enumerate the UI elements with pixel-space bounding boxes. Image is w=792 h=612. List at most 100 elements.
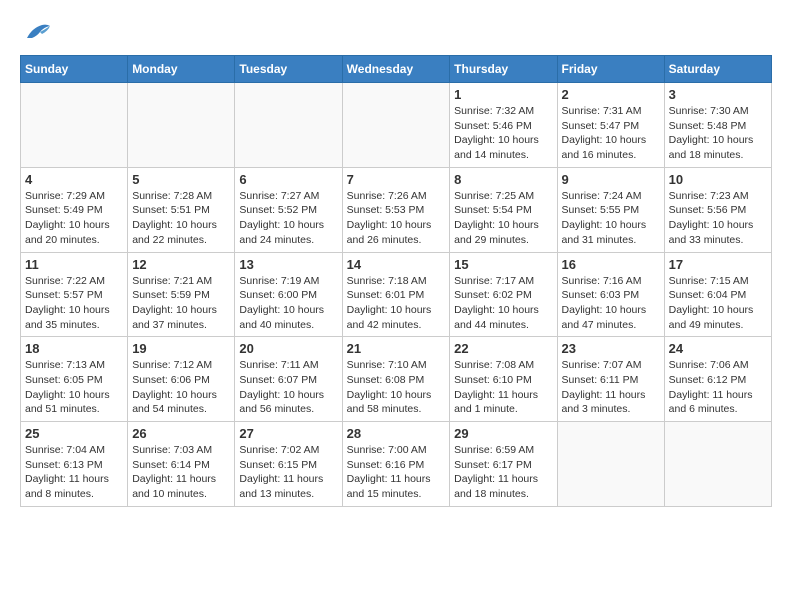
day-number: 17 — [669, 257, 767, 272]
day-number: 28 — [347, 426, 446, 441]
calendar-cell: 28 Sunrise: 7:00 AM Sunset: 6:16 PM Dayli… — [342, 422, 450, 507]
col-header-tuesday: Tuesday — [235, 56, 342, 83]
logo-bird-icon — [22, 20, 52, 45]
day-number: 6 — [239, 172, 337, 187]
day-number: 10 — [669, 172, 767, 187]
calendar-header-row: SundayMondayTuesdayWednesdayThursdayFrid… — [21, 56, 772, 83]
col-header-monday: Monday — [128, 56, 235, 83]
col-header-saturday: Saturday — [664, 56, 771, 83]
day-number: 16 — [562, 257, 660, 272]
calendar-cell: 29 Sunrise: 6:59 AM Sunset: 6:17 PM Dayli… — [450, 422, 557, 507]
day-number: 11 — [25, 257, 123, 272]
day-info: Sunrise: 7:19 AM Sunset: 6:00 PM Dayligh… — [239, 274, 337, 333]
day-number: 18 — [25, 341, 123, 356]
day-info: Sunrise: 7:07 AM Sunset: 6:11 PM Dayligh… — [562, 358, 660, 417]
day-number: 24 — [669, 341, 767, 356]
calendar-cell — [342, 83, 450, 168]
day-info: Sunrise: 7:12 AM Sunset: 6:06 PM Dayligh… — [132, 358, 230, 417]
day-number: 15 — [454, 257, 552, 272]
calendar-cell: 18 Sunrise: 7:13 AM Sunset: 6:05 PM Dayli… — [21, 337, 128, 422]
calendar-cell: 23 Sunrise: 7:07 AM Sunset: 6:11 PM Dayli… — [557, 337, 664, 422]
calendar-cell — [664, 422, 771, 507]
logo — [20, 20, 52, 45]
calendar-cell: 17 Sunrise: 7:15 AM Sunset: 6:04 PM Dayli… — [664, 252, 771, 337]
day-number: 21 — [347, 341, 446, 356]
calendar-cell: 25 Sunrise: 7:04 AM Sunset: 6:13 PM Dayli… — [21, 422, 128, 507]
day-number: 2 — [562, 87, 660, 102]
calendar-cell: 27 Sunrise: 7:02 AM Sunset: 6:15 PM Dayli… — [235, 422, 342, 507]
day-info: Sunrise: 7:28 AM Sunset: 5:51 PM Dayligh… — [132, 189, 230, 248]
calendar-cell: 9 Sunrise: 7:24 AM Sunset: 5:55 PM Daylig… — [557, 167, 664, 252]
day-number: 22 — [454, 341, 552, 356]
calendar-cell: 19 Sunrise: 7:12 AM Sunset: 6:06 PM Dayli… — [128, 337, 235, 422]
calendar-cell: 26Sunrise: 7:03 AM Sunset: 6:14 PM Dayli… — [128, 422, 235, 507]
col-header-wednesday: Wednesday — [342, 56, 450, 83]
col-header-thursday: Thursday — [450, 56, 557, 83]
calendar-cell: 8 Sunrise: 7:25 AM Sunset: 5:54 PM Daylig… — [450, 167, 557, 252]
day-info: Sunrise: 7:13 AM Sunset: 6:05 PM Dayligh… — [25, 358, 123, 417]
day-number: 1 — [454, 87, 552, 102]
day-info: Sunrise: 7:18 AM Sunset: 6:01 PM Dayligh… — [347, 274, 446, 333]
day-number: 19 — [132, 341, 230, 356]
calendar-cell: 16 Sunrise: 7:16 AM Sunset: 6:03 PM Dayli… — [557, 252, 664, 337]
day-number: 7 — [347, 172, 446, 187]
day-info: Sunrise: 7:29 AM Sunset: 5:49 PM Dayligh… — [25, 189, 123, 248]
calendar-cell: 13Sunrise: 7:19 AM Sunset: 6:00 PM Dayli… — [235, 252, 342, 337]
day-number: 27 — [239, 426, 337, 441]
day-info: Sunrise: 7:30 AM Sunset: 5:48 PM Dayligh… — [669, 104, 767, 163]
day-info: Sunrise: 7:25 AM Sunset: 5:54 PM Dayligh… — [454, 189, 552, 248]
day-number: 25 — [25, 426, 123, 441]
day-info: Sunrise: 7:21 AM Sunset: 5:59 PM Dayligh… — [132, 274, 230, 333]
day-info: Sunrise: 7:06 AM Sunset: 6:12 PM Dayligh… — [669, 358, 767, 417]
day-number: 5 — [132, 172, 230, 187]
calendar-cell — [128, 83, 235, 168]
calendar-cell: 5 Sunrise: 7:28 AM Sunset: 5:51 PM Daylig… — [128, 167, 235, 252]
day-info: Sunrise: 7:15 AM Sunset: 6:04 PM Dayligh… — [669, 274, 767, 333]
calendar-cell: 21Sunrise: 7:10 AM Sunset: 6:08 PM Dayli… — [342, 337, 450, 422]
calendar-table: SundayMondayTuesdayWednesdayThursdayFrid… — [20, 55, 772, 507]
day-info: Sunrise: 7:23 AM Sunset: 5:56 PM Dayligh… — [669, 189, 767, 248]
calendar-week-row: 1Sunrise: 7:32 AM Sunset: 5:46 PM Daylig… — [21, 83, 772, 168]
day-info: Sunrise: 7:26 AM Sunset: 5:53 PM Dayligh… — [347, 189, 446, 248]
day-number: 26 — [132, 426, 230, 441]
day-number: 14 — [347, 257, 446, 272]
day-number: 12 — [132, 257, 230, 272]
calendar-week-row: 25 Sunrise: 7:04 AM Sunset: 6:13 PM Dayli… — [21, 422, 772, 507]
calendar-cell: 7 Sunrise: 7:26 AM Sunset: 5:53 PM Daylig… — [342, 167, 450, 252]
day-info: Sunrise: 6:59 AM Sunset: 6:17 PM Dayligh… — [454, 443, 552, 502]
calendar-cell: 24 Sunrise: 7:06 AM Sunset: 6:12 PM Dayli… — [664, 337, 771, 422]
day-number: 23 — [562, 341, 660, 356]
day-info: Sunrise: 7:04 AM Sunset: 6:13 PM Dayligh… — [25, 443, 123, 502]
calendar-cell: 22 Sunrise: 7:08 AM Sunset: 6:10 PM Dayli… — [450, 337, 557, 422]
day-number: 3 — [669, 87, 767, 102]
day-info: Sunrise: 7:17 AM Sunset: 6:02 PM Dayligh… — [454, 274, 552, 333]
calendar-cell: 20 Sunrise: 7:11 AM Sunset: 6:07 PM Dayli… — [235, 337, 342, 422]
calendar-cell: 14 Sunrise: 7:18 AM Sunset: 6:01 PM Dayli… — [342, 252, 450, 337]
calendar-cell: 2Sunrise: 7:31 AM Sunset: 5:47 PM Daylig… — [557, 83, 664, 168]
day-info: Sunrise: 7:24 AM Sunset: 5:55 PM Dayligh… — [562, 189, 660, 248]
day-info: Sunrise: 7:11 AM Sunset: 6:07 PM Dayligh… — [239, 358, 337, 417]
calendar-cell: 3 Sunrise: 7:30 AM Sunset: 5:48 PM Daylig… — [664, 83, 771, 168]
calendar-cell — [21, 83, 128, 168]
col-header-sunday: Sunday — [21, 56, 128, 83]
calendar-cell: 4Sunrise: 7:29 AM Sunset: 5:49 PM Daylig… — [21, 167, 128, 252]
calendar-week-row: 18 Sunrise: 7:13 AM Sunset: 6:05 PM Dayli… — [21, 337, 772, 422]
calendar-cell: 11Sunrise: 7:22 AM Sunset: 5:57 PM Dayli… — [21, 252, 128, 337]
col-header-friday: Friday — [557, 56, 664, 83]
day-info: Sunrise: 7:02 AM Sunset: 6:15 PM Dayligh… — [239, 443, 337, 502]
calendar-week-row: 4Sunrise: 7:29 AM Sunset: 5:49 PM Daylig… — [21, 167, 772, 252]
day-info: Sunrise: 7:27 AM Sunset: 5:52 PM Dayligh… — [239, 189, 337, 248]
calendar-cell: 15 Sunrise: 7:17 AM Sunset: 6:02 PM Dayli… — [450, 252, 557, 337]
calendar-cell: 10 Sunrise: 7:23 AM Sunset: 5:56 PM Dayli… — [664, 167, 771, 252]
calendar-cell: 1Sunrise: 7:32 AM Sunset: 5:46 PM Daylig… — [450, 83, 557, 168]
page-header — [20, 20, 772, 45]
day-info: Sunrise: 7:00 AM Sunset: 6:16 PM Dayligh… — [347, 443, 446, 502]
day-info: Sunrise: 7:08 AM Sunset: 6:10 PM Dayligh… — [454, 358, 552, 417]
day-number: 9 — [562, 172, 660, 187]
day-number: 8 — [454, 172, 552, 187]
calendar-cell — [235, 83, 342, 168]
calendar-cell: 12 Sunrise: 7:21 AM Sunset: 5:59 PM Dayli… — [128, 252, 235, 337]
day-number: 29 — [454, 426, 552, 441]
day-number: 20 — [239, 341, 337, 356]
day-info: Sunrise: 7:16 AM Sunset: 6:03 PM Dayligh… — [562, 274, 660, 333]
